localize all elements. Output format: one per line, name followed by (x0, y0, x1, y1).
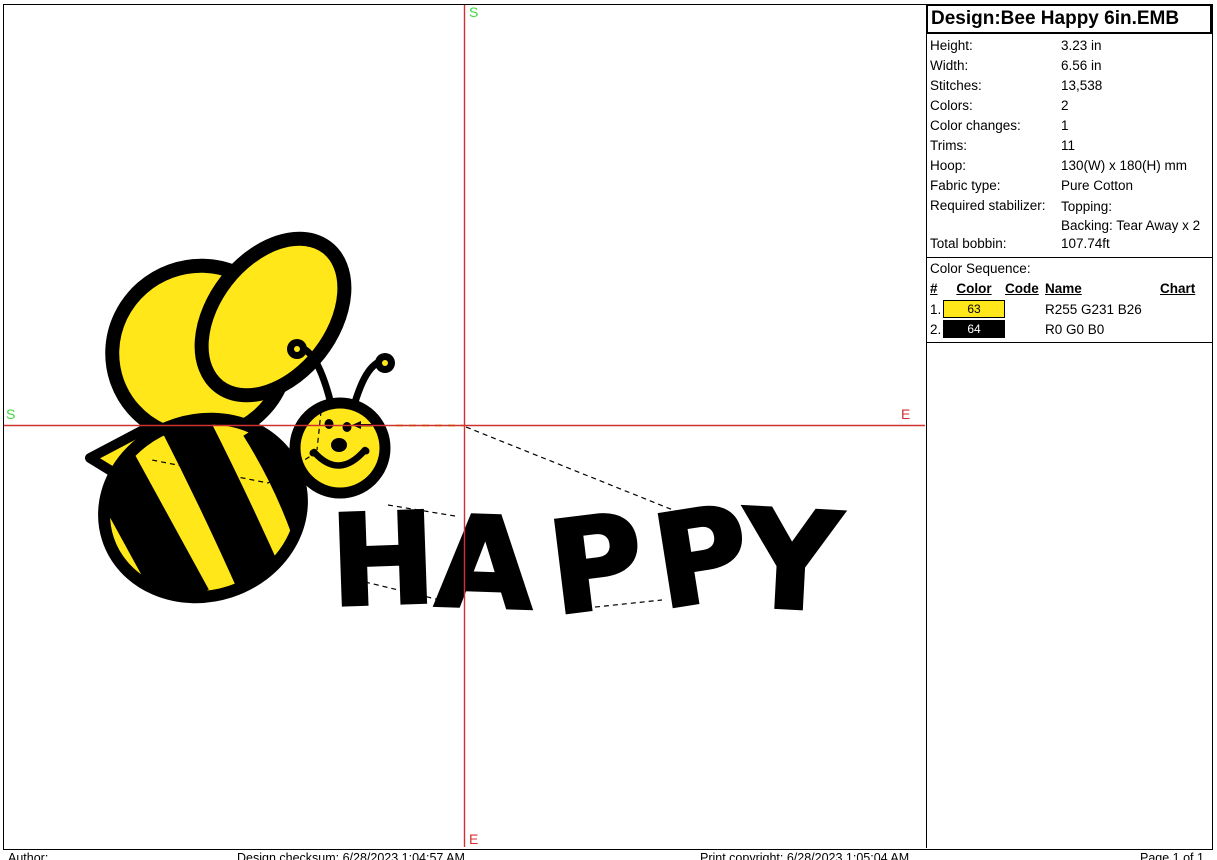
color-sequence-title: Color Sequence: (930, 260, 1212, 277)
property-value: 107.74ft (1061, 234, 1212, 254)
color-swatch: 63 (943, 300, 1005, 318)
design-title: Design:Bee Happy 6in.EMB (926, 4, 1212, 34)
footer-checksum: Design checksum: 6/28/2023 1:04:57 AM (237, 851, 465, 860)
property-label: Width: (930, 56, 1061, 76)
design-info-panel: Design:Bee Happy 6in.EMB Height:3.23 inW… (927, 4, 1212, 848)
color-sequence-column-header: Code (1005, 279, 1045, 298)
color-sequence-row: 2.64 R0 G0 B0 (930, 320, 1212, 338)
color-sequence-section: Color Sequence: # Color CodeNameChart 1.63… (927, 258, 1212, 343)
property-value: 2 (1061, 96, 1212, 116)
happy-letter: P (541, 486, 652, 645)
happy-letter: A (433, 488, 536, 638)
property-row: Fabric type:Pure Cotton (930, 176, 1212, 196)
property-value: Topping:Backing: Tear Away x 2 (1061, 196, 1212, 234)
antenna-knob-hole (294, 346, 300, 352)
start-marker-left: S (6, 406, 15, 422)
property-row: Required stabilizer:Topping:Backing: Tea… (930, 196, 1212, 234)
color-sequence-rows: 1.63 R255 G231 B26 2.64 R0 G0 B0 (930, 300, 1212, 338)
property-value: 6.56 in (1061, 56, 1212, 76)
end-marker-right: E (901, 406, 910, 422)
property-row: Hoop:130(W) x 180(H) mm (930, 156, 1212, 176)
color-sequence-column-header: Name (1045, 279, 1160, 298)
property-value: Pure Cotton (1061, 176, 1212, 196)
design-properties-table: Height:3.23 inWidth:6.56 inStitches:13,5… (927, 34, 1212, 258)
color-swatch: 64 (943, 320, 1005, 338)
property-label: Colors: (930, 96, 1061, 116)
property-row: Height:3.23 in (930, 36, 1212, 56)
property-value: 3.23 in (1061, 36, 1212, 56)
happy-letter: H (328, 485, 439, 636)
color-sequence-column-header: Color (956, 279, 991, 298)
color-number: 1. (930, 302, 943, 317)
property-value: 1 (1061, 116, 1212, 136)
color-sequence-row: 1.63 R255 G231 B26 (930, 300, 1212, 318)
property-row: Color changes:1 (930, 116, 1212, 136)
footer-copyright: Print copyright: 6/28/2023 1:05:04 AM (700, 851, 909, 860)
happy-lettering: HAPPY (328, 477, 846, 645)
property-label: Required stabilizer: (930, 196, 1061, 234)
color-sequence-header: # Color CodeNameChart (930, 279, 1212, 298)
start-marker-top: S (469, 5, 478, 20)
property-value: 13,538 (1061, 76, 1212, 96)
print-preview-page: HAPPY S S E E Design:Bee Happy 6in.EMB H… (0, 0, 1217, 860)
property-row: Total bobbin:107.74ft (930, 234, 1212, 254)
color-sequence-column-header: Chart (1160, 279, 1212, 298)
property-label: Height: (930, 36, 1061, 56)
bee-body (81, 393, 326, 622)
antenna-knob-hole (382, 360, 388, 366)
property-label: Hoop: (930, 156, 1061, 176)
property-row: Colors:2 (930, 96, 1212, 116)
property-label: Fabric type: (930, 176, 1061, 196)
property-label: Stitches: (930, 76, 1061, 96)
footer-author: Author: (8, 851, 48, 860)
property-label: Color changes: (930, 116, 1061, 136)
color-number: 2. (930, 322, 943, 337)
property-label: Total bobbin: (930, 234, 1061, 254)
color-sequence-column-header: # (930, 279, 943, 298)
property-row: Trims:11 (930, 136, 1212, 156)
property-value: 130(W) x 180(H) mm (1061, 156, 1212, 176)
color-name: R255 G231 B26 (1045, 302, 1160, 317)
embroidery-canvas: HAPPY S S E E (4, 5, 926, 848)
property-row: Width:6.56 in (930, 56, 1212, 76)
crosshair (4, 5, 925, 847)
property-row: Stitches:13,538 (930, 76, 1212, 96)
color-name: R0 G0 B0 (1045, 322, 1160, 337)
property-label: Trims: (930, 136, 1061, 156)
end-marker-bottom: E (469, 831, 478, 847)
property-value: 11 (1061, 136, 1212, 156)
happy-letter: Y (736, 481, 846, 644)
footer-page-number: Page 1 of 1 (1140, 851, 1204, 860)
